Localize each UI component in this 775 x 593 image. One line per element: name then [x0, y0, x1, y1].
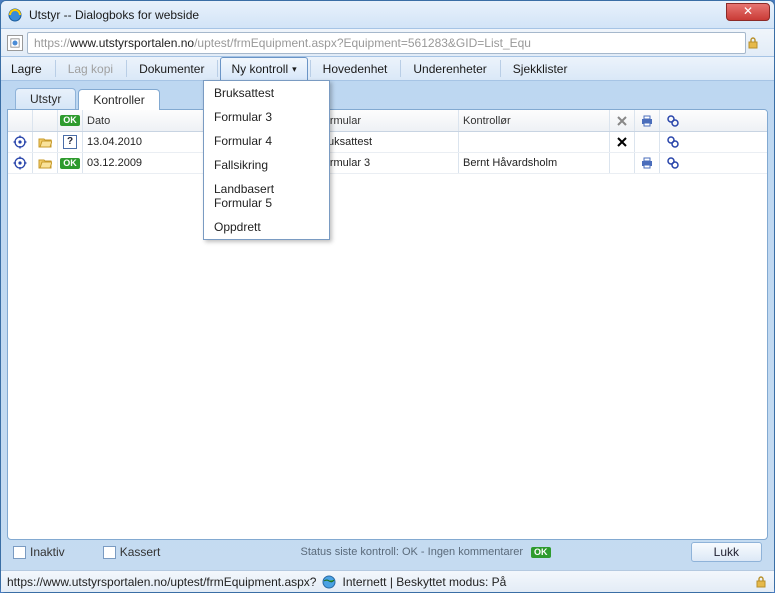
chain-icon[interactable] [660, 153, 685, 173]
status-cell: ? [58, 132, 83, 152]
menu-hovedenhet[interactable]: Hovedenhet [313, 57, 399, 80]
dd-landbasert-formular-5[interactable]: Landbasert Formular 5 [204, 177, 329, 215]
table-row[interactable]: ? 13.04.2010 Bruksattest [8, 132, 767, 153]
inaktiv-checkbox[interactable]: Inaktiv [13, 545, 65, 559]
tab-kontroller[interactable]: Kontroller [78, 89, 159, 110]
table-body: ? 13.04.2010 Bruksattest OK 03.12.2009 F… [8, 132, 767, 539]
col-print-header[interactable] [635, 110, 660, 131]
table-header: OK Dato Formular Kontrollør [8, 110, 767, 132]
title-bar: Utstyr -- Dialogboks for webside ✕ [1, 1, 774, 29]
menu-lagre[interactable]: Lagre [1, 57, 53, 80]
formular-cell: Formular 3 [313, 153, 459, 173]
window-title: Utstyr -- Dialogboks for webside [29, 8, 199, 22]
footer-row: Inaktiv Kassert Status siste kontroll: O… [7, 540, 768, 564]
menu-dokumenter[interactable]: Dokumenter [129, 57, 215, 80]
menu-underenheter[interactable]: Underenheter [403, 57, 497, 80]
address-field[interactable]: https://www.utstyrsportalen.no/uptest/fr… [27, 32, 746, 54]
lock-icon [746, 36, 768, 50]
tab-utstyr[interactable]: Utstyr [15, 88, 76, 109]
ny-kontroll-dropdown: Bruksattest Formular 3 Formular 4 Fallsi… [203, 80, 330, 240]
gear-icon[interactable] [8, 153, 33, 173]
status-zone: Internett | Beskyttet modus: På [342, 575, 506, 589]
status-cell: OK [58, 153, 83, 173]
caret-down-icon: ▾ [292, 64, 297, 75]
col-kontrollor-header[interactable]: Kontrollør [459, 110, 610, 131]
status-ok-badge: OK [531, 547, 551, 558]
delete-cell [610, 153, 635, 173]
gear-icon[interactable] [8, 132, 33, 152]
status-url: https://www.utstyrsportalen.no/uptest/fr… [7, 575, 316, 589]
col-ok-header[interactable]: OK [58, 110, 83, 131]
dd-bruksattest[interactable]: Bruksattest [204, 81, 329, 105]
menu-lag-kopi[interactable]: Lag kopi [58, 57, 124, 80]
table-row[interactable]: OK 03.12.2009 Formular 3 Bernt Håvardsho… [8, 153, 767, 174]
dd-formular-4[interactable]: Formular 4 [204, 129, 329, 153]
dd-oppdrett[interactable]: Oppdrett [204, 215, 329, 239]
content-area: Utstyr Kontroller OK Dato Formular Kontr… [1, 81, 774, 570]
col-folder[interactable] [33, 110, 58, 131]
kassert-checkbox[interactable]: Kassert [103, 545, 161, 559]
folder-icon[interactable] [33, 153, 58, 173]
ie-icon [7, 7, 23, 23]
status-text: Status siste kontroll: OK - Ingen kommen… [300, 546, 523, 558]
kontrollor-cell [459, 132, 610, 152]
lock-icon [754, 575, 768, 589]
close-button[interactable]: ✕ [726, 3, 770, 21]
menu-sjekklister[interactable]: Sjekklister [503, 57, 579, 80]
col-delete-header[interactable] [610, 110, 635, 131]
page-icon [7, 35, 23, 51]
menu-bar: Lagre Lag kopi Dokumenter Ny kontroll▾ H… [1, 57, 774, 81]
dd-fallsikring[interactable]: Fallsikring [204, 153, 329, 177]
print-cell [635, 132, 660, 152]
print-icon[interactable] [635, 153, 660, 173]
chain-icon[interactable] [660, 132, 685, 152]
globe-icon [322, 575, 336, 589]
lukk-button[interactable]: Lukk [691, 542, 762, 562]
folder-icon[interactable] [33, 132, 58, 152]
formular-cell: Bruksattest [313, 132, 459, 152]
col-chain-header[interactable] [660, 110, 685, 131]
delete-icon[interactable] [610, 132, 635, 152]
tab-pane: OK Dato Formular Kontrollør [7, 109, 768, 540]
dd-formular-3[interactable]: Formular 3 [204, 105, 329, 129]
menu-ny-kontroll[interactable]: Ny kontroll▾ [220, 57, 307, 80]
tabs: Utstyr Kontroller [7, 87, 768, 109]
address-bar: https://www.utstyrsportalen.no/uptest/fr… [1, 29, 774, 57]
col-gear[interactable] [8, 110, 33, 131]
status-bar: https://www.utstyrsportalen.no/uptest/fr… [1, 570, 774, 592]
kontrollor-cell: Bernt Håvardsholm [459, 153, 610, 173]
col-formular-header[interactable]: Formular [313, 110, 459, 131]
